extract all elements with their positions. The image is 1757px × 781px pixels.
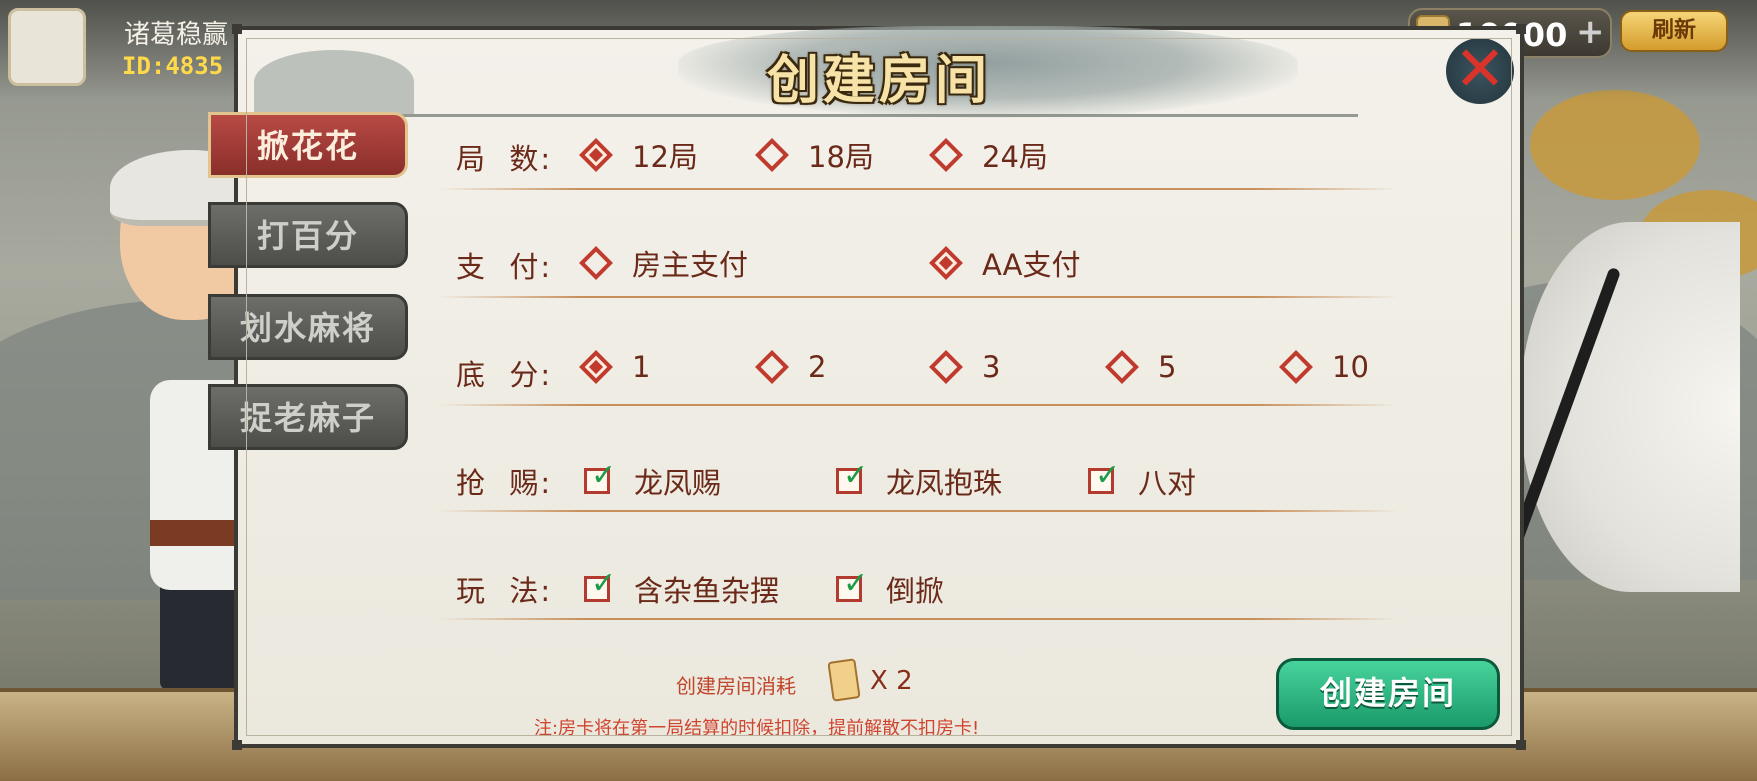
option-label: 24局 [982, 140, 1048, 174]
checkbox: ✓ [836, 461, 868, 494]
player-name: 诸葛稳赢 [124, 20, 229, 50]
grab-option-longfeng-baozhu[interactable]: ✓ 龙凤抱珠 [836, 460, 1002, 502]
option-label: 12局 [632, 140, 698, 174]
umbrella-decoration [1520, 222, 1740, 592]
base-score-option-3[interactable]: 3 [929, 350, 1001, 384]
tab-dabaifen[interactable]: 打百分 [208, 202, 408, 268]
radio-diamond-icon [929, 246, 963, 280]
room-card-icon [827, 658, 861, 702]
checkbox: ✓ [584, 461, 616, 494]
option-label: 2 [808, 350, 827, 384]
base-score-option-2[interactable]: 2 [755, 350, 827, 384]
base-score-label: 底 分: [456, 358, 553, 392]
play-mode-option-zayu[interactable]: ✓ 含杂鱼杂摆 [584, 568, 779, 610]
option-label: 10 [1332, 350, 1369, 384]
close-button[interactable]: ✕ [1446, 38, 1514, 104]
tab-huashui-majiang[interactable]: 划水麻将 [208, 294, 408, 360]
grab-option-longfeng[interactable]: ✓ 龙凤赐 [584, 460, 721, 502]
avatar[interactable] [8, 8, 86, 86]
radio-diamond-icon [579, 138, 613, 172]
cost-label: 创建房间消耗 [676, 674, 796, 698]
row-divider [438, 188, 1398, 190]
checkmark-icon: ✓ [843, 458, 869, 493]
option-label: 倒掀 [886, 574, 945, 608]
radio-diamond-icon [755, 350, 789, 384]
option-label: 房主支付 [632, 248, 749, 282]
add-coins-icon[interactable]: + [1576, 12, 1605, 52]
tab-zhuolao-mazi[interactable]: 捉老麻子 [208, 384, 408, 450]
checkbox: ✓ [1088, 461, 1120, 494]
row-divider [438, 296, 1398, 298]
player-id: ID:4835 [122, 52, 224, 80]
radio-diamond-icon [579, 350, 613, 384]
background-tree [1530, 90, 1700, 200]
radio-diamond-icon [755, 138, 789, 172]
checkmark-icon: ✓ [591, 458, 617, 493]
payment-label: 支 付: [456, 250, 553, 284]
room-card-note: 注:房卡将在第一局结算的时候扣除，提前解散不扣房卡! [534, 718, 980, 739]
checkbox: ✓ [584, 569, 616, 602]
refresh-button[interactable]: 刷新 [1620, 10, 1728, 52]
play-mode-option-daoxian[interactable]: ✓ 倒掀 [836, 568, 944, 610]
row-divider [438, 404, 1398, 406]
base-score-option-1[interactable]: 1 [579, 350, 651, 384]
grab-label: 抢 赐: [456, 466, 553, 500]
payment-option-host[interactable]: 房主支付 [579, 242, 749, 284]
create-room-dialog: 创建房间 ✕ 掀花花 打百分 划水麻将 捉老麻子 局 数: 12局 18局 24… [208, 24, 1526, 750]
option-label: 龙凤赐 [634, 466, 722, 500]
dialog-corner [1516, 24, 1526, 34]
option-label: 1 [632, 350, 651, 384]
rounds-option-18[interactable]: 18局 [755, 134, 874, 176]
grab-option-badui[interactable]: ✓ 八对 [1088, 460, 1196, 502]
create-room-button[interactable]: 创建房间 [1276, 658, 1500, 730]
radio-diamond-icon [929, 138, 963, 172]
rounds-option-12[interactable]: 12局 [579, 134, 698, 176]
radio-diamond-icon [1279, 350, 1313, 384]
close-x-icon: ✕ [1454, 32, 1506, 105]
radio-diamond-icon [929, 350, 963, 384]
title-divider [358, 114, 1358, 117]
radio-diamond-icon [1105, 350, 1139, 384]
rounds-option-24[interactable]: 24局 [929, 134, 1048, 176]
option-label: 龙凤抱珠 [886, 466, 1003, 500]
checkmark-icon: ✓ [843, 566, 869, 601]
checkmark-icon: ✓ [591, 566, 617, 601]
radio-diamond-icon [579, 246, 613, 280]
cost-count: X 2 [870, 666, 913, 696]
row-divider [438, 510, 1398, 512]
option-label: 八对 [1138, 466, 1197, 500]
option-label: AA支付 [982, 248, 1081, 282]
option-label: 18局 [808, 140, 874, 174]
rounds-label: 局 数: [456, 142, 553, 176]
option-label: 5 [1158, 350, 1177, 384]
option-label: 3 [982, 350, 1001, 384]
option-label: 含杂鱼杂摆 [634, 574, 780, 608]
play-mode-label: 玩 法: [456, 574, 553, 608]
checkbox: ✓ [836, 569, 868, 602]
base-score-option-5[interactable]: 5 [1105, 350, 1177, 384]
payment-option-aa[interactable]: AA支付 [929, 242, 1081, 284]
dialog-corner [232, 24, 242, 34]
tab-xianhuahua[interactable]: 掀花花 [208, 112, 408, 178]
dialog-corner [232, 740, 242, 750]
dialog-corner [1516, 740, 1526, 750]
checkmark-icon: ✓ [1095, 458, 1121, 493]
base-score-option-10[interactable]: 10 [1279, 350, 1369, 384]
dialog-title: 创建房间 [766, 50, 991, 111]
row-divider [438, 618, 1398, 620]
